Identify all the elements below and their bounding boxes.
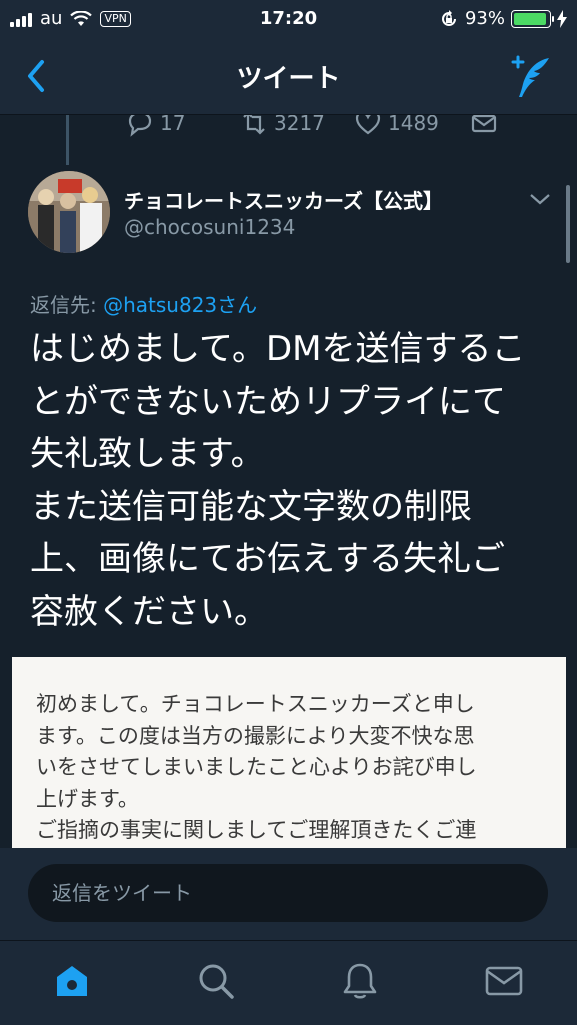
tweet-text: はじめまして。DMを送信するこ とができないためリプライにて 失礼致します。 ま… — [30, 323, 550, 638]
tweet-paragraph: はじめまして。DMを送信するこ とができないためリプライにて 失礼致します。 — [30, 329, 526, 474]
status-bar: au VPN 17:20 93% — [0, 0, 577, 38]
like-action[interactable]: 1489 — [354, 115, 439, 137]
retweet-action[interactable]: 3217 — [240, 115, 325, 137]
like-count: 1489 — [388, 115, 439, 135]
reply-action[interactable]: 17 — [126, 115, 185, 137]
tab-bar — [0, 940, 577, 1025]
navigation-bar: ツイート — [0, 38, 577, 115]
page-title: ツイート — [236, 64, 341, 94]
tweet-detail: 17 3217 1489 チョコレートスニッカーズ【公式】 @chocosuni… — [0, 115, 577, 848]
share-icon — [471, 115, 497, 133]
status-bar-right: 93% — [439, 8, 567, 29]
avatar[interactable] — [28, 171, 110, 253]
scrollbar[interactable] — [566, 185, 570, 263]
avatar-photo — [28, 171, 110, 253]
tweet-image[interactable]: 初めまして。チョコレートスニッカーズと申し ます。この度は当方の撮影により大変不… — [12, 657, 566, 848]
reply-icon — [128, 115, 152, 137]
retweet-icon — [243, 115, 265, 135]
compose-tweet-icon[interactable] — [507, 54, 555, 100]
notifications-icon[interactable] — [340, 961, 380, 1001]
battery-icon — [511, 9, 554, 28]
image-text: 初めまして。チョコレートスニッカーズと申し ます。この度は当方の撮影により大変不… — [36, 692, 477, 842]
reply-to-mention[interactable]: @hatsu823さん — [103, 293, 257, 317]
home-icon[interactable] — [52, 961, 92, 1001]
reply-input[interactable]: 返信をツイート — [28, 864, 548, 922]
tweet-paragraph: また送信可能な文字数の制限 上、画像にてお伝えする失礼ご 容赦ください。 — [30, 486, 505, 632]
share-action[interactable] — [470, 115, 498, 137]
battery-percent: 93% — [464, 8, 505, 29]
reply-count: 17 — [160, 115, 186, 135]
display-name[interactable]: チョコレートスニッカーズ【公式】 — [124, 185, 443, 214]
search-icon[interactable] — [196, 961, 236, 1001]
chevron-down-icon[interactable] — [528, 191, 552, 207]
reply-bar: 返信をツイート — [0, 848, 577, 940]
previous-tweet-actions: 17 3217 1489 — [0, 115, 577, 145]
reply-to-line: 返信先: @hatsu823さん — [30, 289, 257, 318]
reply-to-label: 返信先: — [30, 293, 97, 317]
user-handle[interactable]: @chocosuni1234 — [124, 215, 295, 239]
heart-icon — [355, 115, 381, 135]
retweet-count: 3217 — [274, 115, 325, 135]
rotation-lock-icon — [442, 9, 456, 26]
charging-icon — [557, 9, 567, 28]
messages-icon[interactable] — [484, 961, 524, 1001]
